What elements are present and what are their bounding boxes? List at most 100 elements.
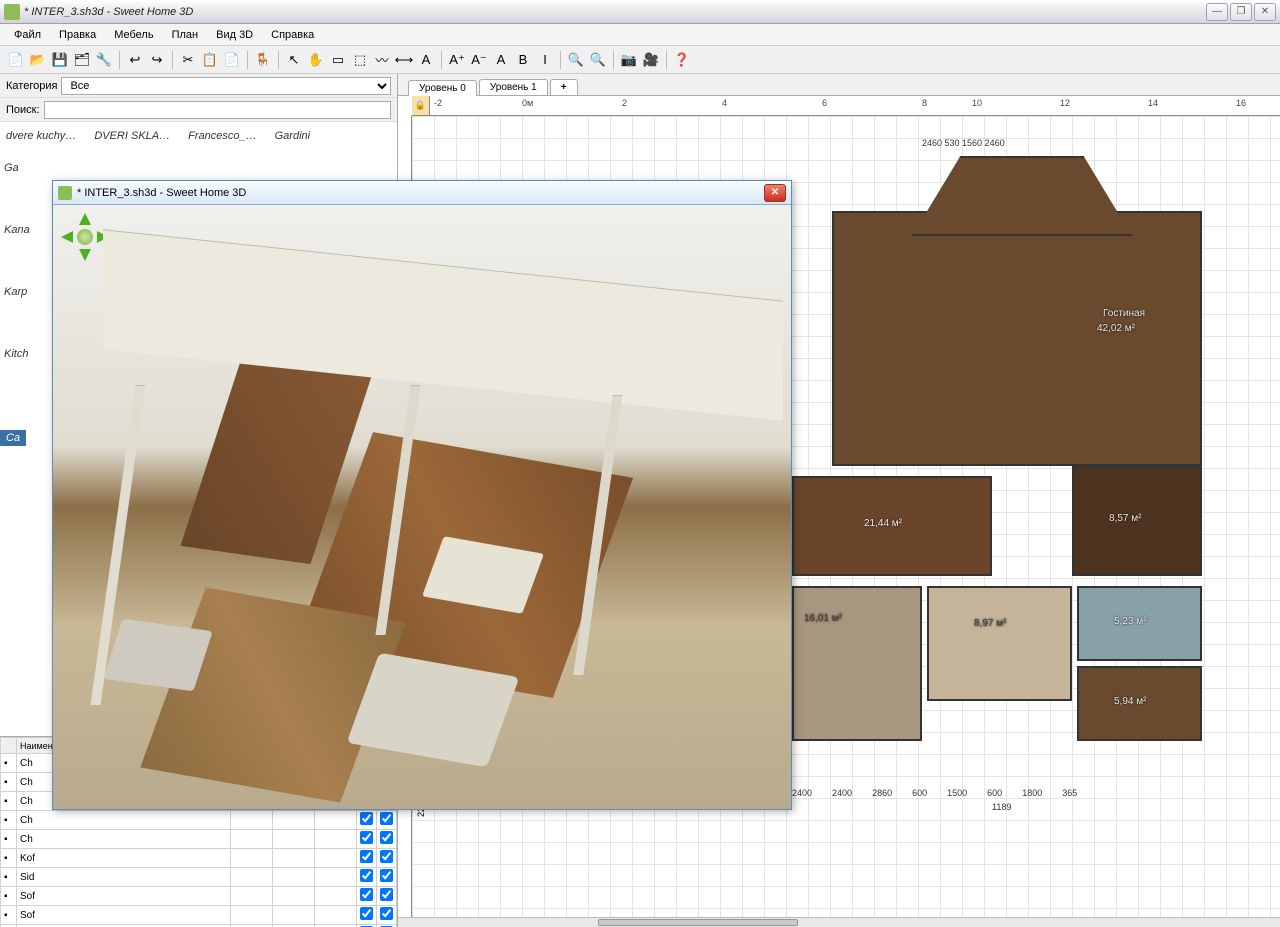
table-row[interactable]: ▪ Kof [1,849,397,868]
catalog-row-label[interactable]: Kitch [4,348,30,360]
tab-level-1[interactable]: Уровень 1 [479,79,548,95]
redo-button[interactable]: ↪ [147,50,167,70]
text-bold-button[interactable]: B [513,50,533,70]
text-italic-button[interactable]: I [535,50,555,70]
minimize-button[interactable]: — [1206,3,1228,21]
row-icon: ▪ [1,754,17,773]
room-button[interactable]: ⬚ [350,50,370,70]
scrollbar-thumb[interactable] [598,919,798,926]
catalog-label[interactable]: dvere kuchy… [6,130,76,142]
catalog-row-label[interactable]: Ga [4,162,30,174]
toolbar-separator [172,51,173,69]
row-chk1[interactable] [357,830,377,849]
floorplan: 2460 530 1560 2460 Гостиная 42,02 м² 21,… [792,156,1232,776]
row-v1 [231,830,273,849]
row-v2 [273,906,315,925]
save-prefs-button[interactable]: 🗂 [72,50,92,70]
add-furniture-button[interactable]: 🪑 [253,50,273,70]
table-row[interactable]: ▪ Ch [1,811,397,830]
menu-help[interactable]: Справка [263,27,322,43]
wall-button[interactable]: ▭ [328,50,348,70]
row-chk2[interactable] [377,906,397,925]
menubar: Файл Правка Мебель План Вид 3D Справка [0,24,1280,46]
table-row[interactable]: ▪ Sof [1,906,397,925]
menu-furniture[interactable]: Мебель [106,27,161,43]
row-chk2[interactable] [377,868,397,887]
room-2[interactable]: 21,44 м² [792,476,992,576]
row-chk1[interactable] [357,849,377,868]
copy-button[interactable]: 📋 [200,50,220,70]
text-smaller-button[interactable]: A⁻ [469,50,489,70]
horizontal-scrollbar[interactable] [398,917,1280,927]
photo-button[interactable]: 📷 [619,50,639,70]
room-4[interactable]: 16,01 м² [792,586,922,741]
catalog-row-label[interactable]: Kana [4,224,30,236]
room-6[interactable]: 5,23 м² [1077,586,1202,661]
row-chk2[interactable] [377,887,397,906]
text-color-button[interactable]: A [491,50,511,70]
paste-button[interactable]: 📄 [222,50,242,70]
open-button[interactable]: 📂 [28,50,48,70]
row-chk1[interactable] [357,906,377,925]
toolbar-separator [278,51,279,69]
pan-button[interactable]: ✋ [306,50,326,70]
row-chk1[interactable] [357,868,377,887]
popup-titlebar[interactable]: * INTER_3.sh3d - Sweet Home 3D ✕ [53,181,791,205]
cut-button[interactable]: ✂ [178,50,198,70]
close-button[interactable]: ✕ [1254,3,1276,21]
text-button[interactable]: A [416,50,436,70]
dim-top: 2460 530 1560 2460 [922,138,1005,148]
menu-file[interactable]: Файл [6,27,49,43]
row-chk1[interactable] [357,887,377,906]
catalog-selected[interactable]: Ca [0,430,26,446]
popup-close-button[interactable]: ✕ [764,184,786,202]
dimension-label: 1500 [947,788,967,798]
col-handle [1,738,17,754]
zoom-out-button[interactable]: 🔍 [588,50,608,70]
row-chk2[interactable] [377,849,397,868]
save-button[interactable]: 💾 [50,50,70,70]
view-3d-canvas[interactable] [53,205,791,809]
room-living[interactable]: Гостиная 42,02 м² [832,211,1202,466]
room-3[interactable]: 8,57 м² [1072,466,1202,576]
catalog-row-label[interactable]: Karp [4,286,30,298]
catalog-label[interactable]: Francesco_… [188,130,256,142]
catalog-label[interactable]: Gardini [275,130,310,142]
table-row[interactable]: ▪ Sof [1,887,397,906]
table-row[interactable]: ▪ Ch [1,830,397,849]
room-7[interactable]: 5,94 м² [1077,666,1202,741]
popup-3d-window[interactable]: * INTER_3.sh3d - Sweet Home 3D ✕ [52,180,792,810]
row-chk1[interactable] [357,811,377,830]
room-5[interactable]: 8,97 м² [927,586,1072,701]
text-bigger-button[interactable]: A⁺ [447,50,467,70]
dimension-button[interactable]: ⟷ [394,50,414,70]
titlebar: * INTER_3.sh3d - Sweet Home 3D — ❐ ✕ [0,0,1280,24]
row-chk2[interactable] [377,830,397,849]
tab-add-level[interactable]: + [550,79,578,95]
prefs-button[interactable]: 🔧 [94,50,114,70]
lock-icon[interactable]: 🔒 [412,96,430,115]
select-button[interactable]: ↖ [284,50,304,70]
row-icon: ▪ [1,887,17,906]
dimension-label: 2400 [792,788,812,798]
catalog-label[interactable]: DVERI SKLA… [94,130,170,142]
row-icon: ▪ [1,830,17,849]
row-chk2[interactable] [377,811,397,830]
maximize-button[interactable]: ❐ [1230,3,1252,21]
category-select[interactable]: Все [61,77,391,95]
search-input[interactable] [44,101,391,119]
undo-button[interactable]: ↩ [125,50,145,70]
help-button[interactable]: ❓ [672,50,692,70]
menu-edit[interactable]: Правка [51,27,104,43]
popup-title: * INTER_3.sh3d - Sweet Home 3D [77,187,764,199]
row-icon: ▪ [1,792,17,811]
menu-view3d[interactable]: Вид 3D [208,27,261,43]
polyline-button[interactable]: 〰 [372,50,392,70]
zoom-in-button[interactable]: 🔍 [566,50,586,70]
table-row[interactable]: ▪ Sid [1,868,397,887]
new-button[interactable]: 📄 [6,50,26,70]
video-button[interactable]: 🎥 [641,50,661,70]
tab-level-0[interactable]: Уровень 0 [408,80,477,96]
menu-plan[interactable]: План [164,27,207,43]
row-name: Sof [17,887,231,906]
